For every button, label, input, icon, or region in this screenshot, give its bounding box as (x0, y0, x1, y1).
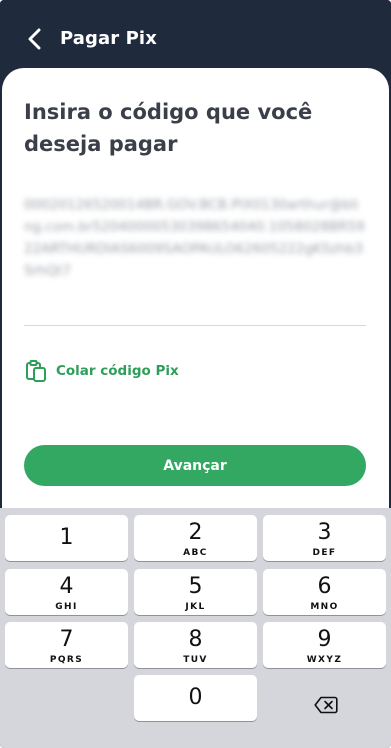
key-digit: 3 (317, 520, 332, 545)
pix-code-value: 00020126520014BR.GOV.BCB.PIX0130arthur@b… (24, 197, 365, 279)
key-digit: 6 (317, 574, 332, 599)
key-2[interactable]: 2 ABC (134, 515, 257, 561)
key-letters: ABC (183, 548, 208, 558)
advance-button[interactable]: Avançar (24, 445, 366, 486)
key-letters: MNO (310, 602, 339, 612)
key-digit: 8 (188, 627, 203, 652)
key-9[interactable]: 9 WXYZ (263, 622, 386, 668)
top-bar: Pagar Pix (0, 0, 391, 70)
paste-pix-code-button[interactable]: Colar código Pix (24, 358, 179, 384)
key-0[interactable]: 0 (134, 675, 257, 721)
paste-button-label: Colar código Pix (56, 363, 179, 379)
key-letters: PQRS (49, 655, 84, 665)
page-title: Pagar Pix (60, 28, 157, 49)
key-7[interactable]: 7 PQRS (5, 622, 128, 668)
backspace-icon (313, 696, 338, 714)
app-screen: Pagar Pix Insira o código que você desej… (0, 0, 391, 748)
key-digit: 9 (317, 627, 332, 652)
back-button[interactable] (20, 24, 50, 54)
key-3[interactable]: 3 DEF (263, 515, 386, 561)
key-digit: 7 (59, 627, 74, 652)
key-8[interactable]: 8 TUV (134, 622, 257, 668)
key-digit: 5 (188, 574, 203, 599)
delete-key[interactable] (264, 682, 387, 728)
key-5[interactable]: 5 JKL (134, 569, 257, 615)
key-digit: 2 (188, 520, 203, 545)
key-letters: WXYZ (306, 655, 343, 665)
key-6[interactable]: 6 MNO (263, 569, 386, 615)
key-letters: JKL (185, 602, 206, 612)
clipboard-icon (26, 360, 46, 382)
key-4[interactable]: 4 GHI (5, 569, 128, 615)
key-letters: DEF (312, 548, 337, 558)
key-1[interactable]: 1 (5, 515, 128, 561)
key-digit: 1 (59, 525, 74, 550)
key-digit: 4 (59, 574, 74, 599)
key-letters: GHI (55, 602, 78, 612)
key-letters: TUV (183, 655, 208, 665)
prompt-heading: Insira o código que você deseja pagar (24, 100, 313, 156)
pix-code-input[interactable]: 00020126520014BR.GOV.BCB.PIX0130arthur@b… (24, 192, 366, 326)
chevron-left-icon (28, 28, 41, 50)
key-digit: 0 (188, 685, 203, 710)
